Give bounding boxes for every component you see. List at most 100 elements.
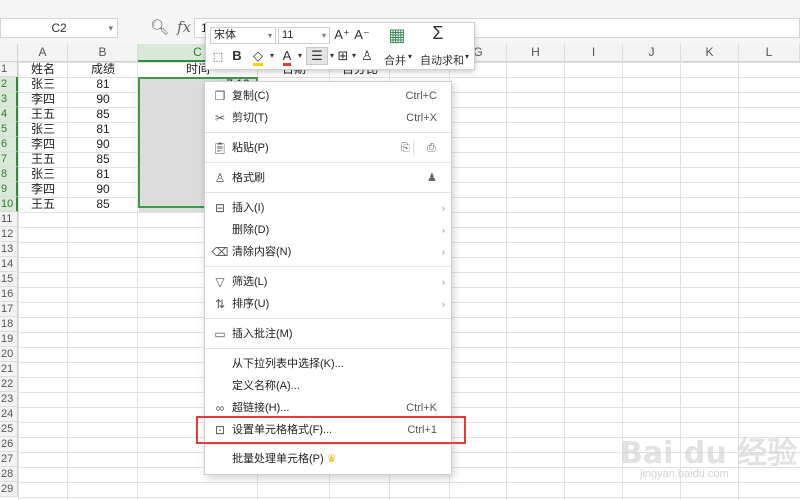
name-cell[interactable]: 张三 <box>18 167 68 182</box>
score-cell[interactable]: 90 <box>68 137 138 152</box>
row-header[interactable]: 16 <box>0 287 18 302</box>
name-cell[interactable]: 王五 <box>18 107 68 122</box>
col-header-a[interactable]: A <box>18 44 68 62</box>
score-cell[interactable]: 85 <box>68 152 138 167</box>
name-cell[interactable]: 李四 <box>18 182 68 197</box>
menu-item-copy[interactable]: ❐ 复制(C) Ctrl+C <box>205 85 451 107</box>
row-header[interactable]: 8 <box>0 167 18 182</box>
bold-button[interactable]: B <box>230 48 244 64</box>
row-header[interactable]: 6 <box>0 137 18 152</box>
select-all-corner[interactable] <box>0 44 18 62</box>
name-cell[interactable]: 张三 <box>18 122 68 137</box>
menu-item-insert[interactable]: ⊟ 插入(I) › <box>205 197 451 219</box>
sum-icon[interactable]: Σ <box>428 24 448 42</box>
menu-item-batch[interactable]: 批量处理单元格(P) ♛ <box>205 448 451 470</box>
shrink-font-button[interactable]: A⁻ <box>354 27 370 43</box>
row-header[interactable]: 4 <box>0 107 18 122</box>
paste-special-icon[interactable]: ⎙ <box>427 137 436 159</box>
border-icon[interactable]: ⊞ <box>336 48 350 64</box>
col-header-i[interactable]: I <box>565 44 623 62</box>
menu-item-filter[interactable]: ▽ 筛选(L) › <box>205 271 451 293</box>
merge-button[interactable]: 合并 <box>384 52 406 68</box>
name-box-value: C2 <box>51 21 67 35</box>
row-header[interactable]: 9 <box>0 182 18 197</box>
menu-item-sort[interactable]: ⇅ 排序(U) › <box>205 293 451 315</box>
font-color-button[interactable]: A <box>280 48 294 66</box>
row-header[interactable]: 14 <box>0 257 18 272</box>
row-header[interactable]: 17 <box>0 302 18 317</box>
row-header[interactable]: 29 <box>0 482 18 497</box>
row-header[interactable]: 2 <box>0 77 18 92</box>
row-header[interactable]: 3 <box>0 92 18 107</box>
fx-icon[interactable]: fx <box>177 18 191 36</box>
cell-b1[interactable]: 成绩 <box>68 62 138 77</box>
score-cell[interactable]: 90 <box>68 182 138 197</box>
chevron-down-icon[interactable]: ▾ <box>268 48 276 64</box>
autosum-button[interactable]: 自动求和 <box>420 52 464 68</box>
col-header-l[interactable]: L <box>739 44 800 62</box>
name-cell[interactable]: 王五 <box>18 152 68 167</box>
row-header[interactable]: 18 <box>0 317 18 332</box>
score-cell[interactable]: 81 <box>68 122 138 137</box>
font-select[interactable]: 宋体 ▾ <box>210 27 276 44</box>
menu-item-define-name[interactable]: 定义名称(A)... <box>205 375 451 397</box>
menu-item-format-painter[interactable]: ♙ 格式刷 ♟ <box>205 167 451 189</box>
grow-font-button[interactable]: A⁺ <box>334 27 350 43</box>
menu-item-cut[interactable]: ✂ 剪切(T) Ctrl+X <box>205 107 451 129</box>
row-header[interactable]: 23 <box>0 392 18 407</box>
cell-a1[interactable]: 姓名 <box>18 62 68 77</box>
row-header[interactable]: 15 <box>0 272 18 287</box>
fill-color-icon[interactable]: ◇ <box>250 48 266 66</box>
name-box[interactable]: C2 ▾ <box>0 18 118 38</box>
row-header[interactable]: 11 <box>0 212 18 227</box>
row-header[interactable]: 7 <box>0 152 18 167</box>
col-header-b[interactable]: B <box>68 44 138 62</box>
row-header[interactable]: 25 <box>0 422 18 437</box>
paste-values-icon[interactable]: ⎘ <box>401 137 410 159</box>
menu-item-pick-list[interactable]: 从下拉列表中选择(K)... <box>205 353 451 375</box>
row-header[interactable]: 1 <box>0 62 18 77</box>
row-header[interactable]: 22 <box>0 377 18 392</box>
row-header[interactable]: 10 <box>0 197 18 212</box>
score-cell[interactable]: 85 <box>68 197 138 212</box>
score-cell[interactable]: 90 <box>68 92 138 107</box>
col-header-j[interactable]: J <box>623 44 681 62</box>
row-header[interactable]: 27 <box>0 452 18 467</box>
chevron-down-icon[interactable]: ▾ <box>350 48 358 64</box>
row-header[interactable]: 21 <box>0 362 18 377</box>
row-header[interactable]: 20 <box>0 347 18 362</box>
chevron-down-icon: ▾ <box>321 31 326 40</box>
col-header-h[interactable]: H <box>507 44 565 62</box>
format-painter-icon[interactable]: ♟ <box>427 167 437 189</box>
menu-item-comment[interactable]: ▭ 插入批注(M) <box>205 323 451 345</box>
menu-item-delete[interactable]: 删除(D) › <box>205 219 451 241</box>
row-header[interactable]: 13 <box>0 242 18 257</box>
border-grid-icon[interactable]: ▦ <box>382 26 412 44</box>
format-brush-icon[interactable]: ♙ <box>360 48 374 64</box>
row-header[interactable]: 19 <box>0 332 18 347</box>
zoom-icon[interactable]: 🔍︎ <box>150 19 169 36</box>
chevron-down-icon[interactable]: ▾ <box>296 48 304 64</box>
chevron-down-icon[interactable]: ▾ <box>408 52 412 61</box>
menu-item-paste[interactable]: 📋︎ 粘贴(P) ⎘ ⎙ <box>205 137 451 159</box>
row-header[interactable]: 28 <box>0 467 18 482</box>
name-cell[interactable]: 李四 <box>18 92 68 107</box>
name-cell[interactable]: 李四 <box>18 137 68 152</box>
score-cell[interactable]: 81 <box>68 167 138 182</box>
align-center-icon[interactable]: ☰ <box>306 47 328 65</box>
chevron-down-icon[interactable]: ▾ <box>108 19 113 37</box>
row-header[interactable]: 24 <box>0 407 18 422</box>
font-size-select[interactable]: 11 ▾ <box>278 27 330 44</box>
row-header[interactable]: 12 <box>0 227 18 242</box>
chevron-down-icon[interactable]: ▾ <box>465 52 469 61</box>
row-header[interactable]: 26 <box>0 437 18 452</box>
name-cell[interactable]: 王五 <box>18 197 68 212</box>
select-icon[interactable]: ⬚ <box>210 49 226 65</box>
chevron-down-icon[interactable]: ▾ <box>328 48 336 64</box>
score-cell[interactable]: 85 <box>68 107 138 122</box>
name-cell[interactable]: 张三 <box>18 77 68 92</box>
score-cell[interactable]: 81 <box>68 77 138 92</box>
row-header[interactable]: 5 <box>0 122 18 137</box>
col-header-k[interactable]: K <box>681 44 739 62</box>
menu-item-clear[interactable]: ⌫ 清除内容(N) › <box>205 241 451 263</box>
